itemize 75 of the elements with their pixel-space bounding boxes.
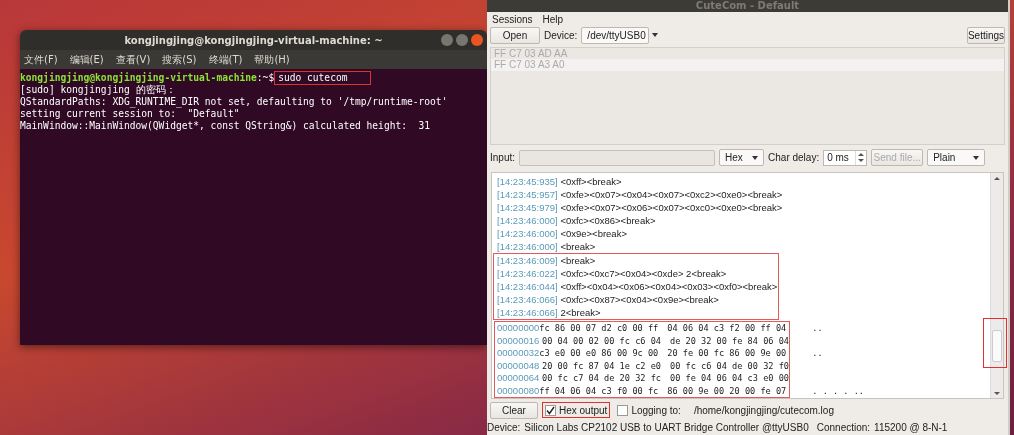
logging-label: Logging to: bbox=[631, 404, 681, 416]
log-line: [14:23:45:957] <0xfe><0x07><0x04><0x07><0xc2><0xe0><break> bbox=[496, 188, 784, 202]
hex-bytes: 00 fc c6 04 de 00 32 f0 bbox=[670, 359, 789, 373]
hex-ascii: . . . . .. bbox=[812, 384, 865, 398]
hex-bytes: c3 e0 00 e0 86 00 9c 00 bbox=[539, 347, 659, 360]
status-device: Silicon Labs CP2102 USB to UART Bridge Controller @ttyUSB0 bbox=[524, 421, 809, 433]
hex-bytes: fc 86 00 07 d2 c0 00 ff bbox=[539, 322, 659, 335]
output-line: QStandardPaths: XDG_RUNTIME_DIR not set, defaulting to '/tmp/runtime-root' bbox=[20, 96, 449, 108]
char-delay-spinbox[interactable]: 0 ms bbox=[823, 149, 868, 166]
hex-bytes: 00 fc c7 04 de 20 32 fc bbox=[542, 372, 661, 385]
hex-bytes: 04 06 04 c3 f2 00 ff 04 bbox=[667, 322, 787, 335]
hex-bytes: 00 fe 04 06 04 c3 e0 00 bbox=[670, 372, 789, 385]
menu-item[interactable]: 查看(V) bbox=[115, 52, 151, 67]
hex-bytes: 00 04 00 02 00 fc c6 04 bbox=[542, 334, 661, 348]
log-line: [14:23:45:979] <0xfe><0x07><0x06><0x07><0xc0><0xe0><break> bbox=[496, 201, 784, 215]
input-field[interactable] bbox=[519, 149, 716, 166]
hex-bytes: de 20 32 00 fe 84 06 04 bbox=[670, 334, 789, 348]
log-path: /home/kongjingjing/cutecom.log bbox=[693, 404, 834, 416]
log-line: [14:23:46:066] <0xfc><0x87><0x04><0x9e><break> bbox=[496, 293, 720, 307]
hex-offset: 00000032 bbox=[497, 347, 540, 360]
log-line: [14:23:45:935] <0xff><break> bbox=[496, 175, 623, 189]
hex-bytes: 86 00 9e 00 20 00 fe 07 bbox=[667, 384, 787, 398]
window-title: kongjingjing@kongjingjing-virtual-machine: ~ bbox=[20, 30, 487, 50]
device-label: Device: bbox=[544, 29, 578, 41]
menu-item[interactable]: 帮助(H) bbox=[254, 52, 290, 67]
checkbox[interactable] bbox=[617, 404, 629, 416]
scrollbar[interactable] bbox=[990, 173, 1003, 399]
menu-item[interactable]: 文件(F) bbox=[24, 52, 58, 67]
hex-output-label: Hex output bbox=[559, 404, 608, 416]
log-line: [14:23:46:000] <0xfc><0x86><break> bbox=[496, 214, 657, 228]
maximize-button[interactable] bbox=[456, 34, 468, 46]
caret-icon bbox=[752, 155, 759, 160]
hex-bytes: 20 00 fc 87 04 1e c2 e0 bbox=[542, 359, 661, 373]
log-line: [14:23:46:044] <0xff><0x04><0x06><0x04><0x03><0xf0><break> bbox=[496, 280, 778, 294]
open-button[interactable]: Open bbox=[490, 26, 540, 44]
minimize-button[interactable] bbox=[441, 34, 453, 46]
menu-item[interactable]: 终端(T) bbox=[208, 52, 243, 67]
close-button[interactable] bbox=[471, 34, 483, 46]
hex-offset: 00000080 bbox=[497, 384, 540, 398]
settings-button[interactable]: Settings bbox=[967, 26, 1005, 44]
menu-item[interactable]: Help bbox=[542, 13, 564, 25]
status-label: Connection: bbox=[816, 421, 871, 433]
caret-icon bbox=[651, 33, 658, 38]
menu-item[interactable]: Sessions bbox=[492, 13, 533, 25]
status-label: Device: bbox=[487, 421, 521, 433]
command-text: sudo cutecom bbox=[274, 71, 372, 85]
log-line: [14:23:46:000] <break> bbox=[496, 240, 597, 254]
prompt-path: :~$ bbox=[256, 72, 275, 84]
caret-icon bbox=[973, 155, 980, 160]
hex-offset: 00000000 bbox=[497, 322, 540, 335]
log-line: [14:23:46:000] <0x9e><break> bbox=[496, 227, 628, 241]
hex-ascii: .. bbox=[812, 322, 823, 335]
hex-offset: 00000048 bbox=[497, 359, 541, 373]
prompt-user: kongjingjing@kongjingjing-virtual-machine bbox=[20, 72, 257, 84]
log-line: [14:23:46:066] 2<break> bbox=[496, 306, 602, 320]
format-dropdown[interactable]: Hex bbox=[719, 149, 765, 167]
menu-item[interactable]: 编辑(E) bbox=[69, 52, 104, 67]
output-line: [sudo] kongjingjing 的密码： bbox=[20, 84, 177, 96]
menu-item[interactable]: 搜索(S) bbox=[162, 52, 197, 67]
checkbox[interactable] bbox=[545, 404, 556, 416]
hex-offset: 00000064 bbox=[497, 372, 541, 385]
input-label: Input: bbox=[490, 152, 516, 164]
log-line: [14:23:46:022] <0xfc><0xc7><0x04><0xde> 2<break> bbox=[496, 267, 728, 281]
log-line: [14:23:46:009] <break> bbox=[496, 254, 597, 268]
output-line: setting current session to: "Default" bbox=[20, 108, 241, 120]
hex-bytes: ff 04 06 04 c3 f0 00 fc bbox=[539, 384, 659, 398]
hex-offset: 00000016 bbox=[497, 334, 541, 348]
window-title: CuteCom - Default bbox=[487, 0, 1008, 12]
char-delay-label: Char delay: bbox=[768, 152, 820, 164]
status-connection: 115200 @ 8-N-1 bbox=[874, 421, 948, 433]
output-line: MainWindow::MainWindow(QWidget*, const QString&) calculated height: 31 bbox=[20, 120, 432, 132]
hex-ascii: .. bbox=[812, 347, 823, 360]
hex-bytes: 20 fe 00 fc 86 00 9e 00 bbox=[667, 347, 787, 360]
line-end-dropdown[interactable]: Plain bbox=[927, 149, 986, 167]
clear-button[interactable]: Clear bbox=[490, 401, 538, 419]
